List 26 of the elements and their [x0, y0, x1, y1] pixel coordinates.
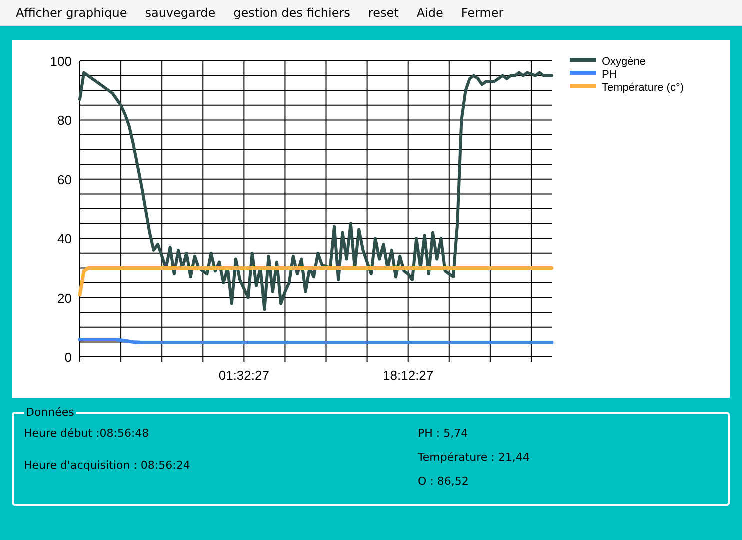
menu-item[interactable]: sauvegarde [136, 2, 225, 22]
y-tick-label: 20 [58, 290, 72, 306]
data-value: PH : 5,74 [418, 427, 470, 440]
y-tick-label: 0 [64, 350, 72, 365]
data-value: Température : 21,44 [418, 451, 530, 464]
y-tick-label: 80 [58, 113, 72, 128]
legend-label: Température (c°) [602, 82, 684, 94]
menu-item[interactable]: Fermer [452, 2, 513, 22]
group-title: Données [25, 406, 76, 419]
legend-label: Oxygène [602, 56, 646, 68]
data-value: O : 86,52 [418, 475, 470, 488]
x-tick-label: 01:32:27 [218, 368, 270, 383]
menu-item[interactable]: Afficher graphique [7, 2, 136, 22]
menu-item[interactable]: gestion des fichiers [224, 2, 360, 22]
menu-item[interactable]: reset [359, 2, 408, 22]
y-tick-label: 100 [50, 54, 72, 69]
data-value: Heure début :08:56:48 [24, 427, 150, 440]
y-tick-label: 40 [58, 232, 72, 247]
menu-item[interactable]: Aide [408, 2, 452, 22]
legend-swatch [570, 71, 596, 75]
legend-swatch [570, 58, 596, 62]
data-value: Heure d'acquisition : 08:56:24 [24, 459, 192, 472]
legend-label: PH [602, 69, 618, 81]
x-tick-label: 18:12:27 [383, 368, 434, 383]
legend-swatch [570, 84, 596, 88]
y-tick-label: 60 [58, 172, 72, 188]
